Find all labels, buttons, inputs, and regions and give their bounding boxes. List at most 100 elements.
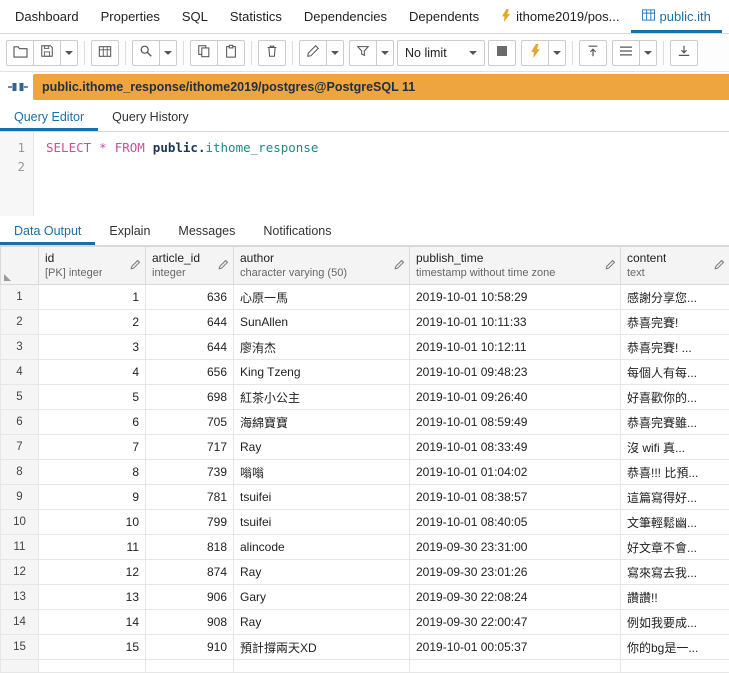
- cell-publish-time[interactable]: 2019-10-01 10:58:29: [409, 284, 621, 310]
- cell-content[interactable]: 恭喜完賽雖...: [620, 409, 729, 435]
- row-number[interactable]: 10: [0, 509, 39, 535]
- cell-article-id[interactable]: 705: [145, 409, 234, 435]
- execute-button[interactable]: [521, 39, 549, 66]
- save-data-changes-button[interactable]: [91, 39, 119, 66]
- cell-publish-time[interactable]: 2019-09-30 22:08:24: [409, 584, 621, 610]
- tab-notifications[interactable]: Notifications: [249, 216, 345, 245]
- row-number[interactable]: 8: [0, 459, 39, 485]
- cell-publish-time[interactable]: 2019-10-01 01:04:02: [409, 459, 621, 485]
- row-number[interactable]: 15: [0, 634, 39, 660]
- cell-author[interactable]: Ray: [233, 609, 410, 635]
- cell-id[interactable]: 10: [38, 509, 146, 535]
- cell-content[interactable]: 寫來寫去我...: [620, 559, 729, 585]
- cell-content[interactable]: 這篇寫得好...: [620, 484, 729, 510]
- cell-article-id[interactable]: 874: [145, 559, 234, 585]
- sql-editor[interactable]: 1 2 SELECT * FROM public.ithome_response: [0, 132, 729, 216]
- cell-publish-time[interactable]: 2019-10-01 08:38:57: [409, 484, 621, 510]
- cell-id[interactable]: 5: [38, 384, 146, 410]
- row-number[interactable]: 2: [0, 309, 39, 335]
- macros-button[interactable]: [612, 39, 640, 66]
- find-button[interactable]: [132, 39, 160, 66]
- save-button[interactable]: [33, 39, 61, 66]
- cell-content[interactable]: 恭喜!!! 比預...: [620, 459, 729, 485]
- cell-id[interactable]: 1: [38, 284, 146, 310]
- tab-explain[interactable]: Explain: [95, 216, 164, 245]
- cell-author[interactable]: 嗡嗡: [233, 459, 410, 485]
- edit-button[interactable]: [299, 39, 327, 66]
- cell-id[interactable]: 12: [38, 559, 146, 585]
- sql-code-area[interactable]: SELECT * FROM public.ithome_response: [34, 132, 318, 216]
- row-number[interactable]: 3: [0, 334, 39, 360]
- row-number[interactable]: 9: [0, 484, 39, 510]
- cell-content[interactable]: 沒 wifi 真...: [620, 434, 729, 460]
- cell-id[interactable]: 8: [38, 459, 146, 485]
- edit-column-icon[interactable]: [394, 259, 405, 273]
- cell-article-id[interactable]: 636: [145, 284, 234, 310]
- cell-content[interactable]: 感謝分享您...: [620, 284, 729, 310]
- open-file-button[interactable]: [6, 39, 34, 66]
- select-all-corner[interactable]: [0, 246, 39, 285]
- cell-content[interactable]: 你的bg是一...: [620, 634, 729, 660]
- filter-dropdown-button[interactable]: [376, 39, 394, 66]
- tab-statistics[interactable]: Statistics: [219, 0, 293, 33]
- cell-id[interactable]: 9: [38, 484, 146, 510]
- edit-column-icon[interactable]: [605, 259, 616, 273]
- column-header-author[interactable]: author character varying (50): [233, 246, 410, 285]
- cancel-query-button[interactable]: [488, 39, 516, 66]
- edit-column-icon[interactable]: [130, 259, 141, 273]
- row-number[interactable]: 13: [0, 584, 39, 610]
- tab-query-history[interactable]: Query History: [98, 102, 202, 131]
- cell-author[interactable]: King Tzeng: [233, 359, 410, 385]
- cell-author[interactable]: alincode: [233, 534, 410, 560]
- cell-content[interactable]: 例如我要成...: [620, 609, 729, 635]
- cell-content[interactable]: 每個人有每...: [620, 359, 729, 385]
- cell-author[interactable]: 海綿寶寶: [233, 409, 410, 435]
- tab-dependents[interactable]: Dependents: [398, 0, 490, 33]
- column-header-id[interactable]: id [PK] integer: [38, 246, 146, 285]
- cell-publish-time[interactable]: 2019-09-30 22:00:47: [409, 609, 621, 635]
- cell-id[interactable]: 13: [38, 584, 146, 610]
- cell-id[interactable]: 6: [38, 409, 146, 435]
- cell-content[interactable]: 好喜歡你的...: [620, 384, 729, 410]
- copy-button[interactable]: [190, 39, 218, 66]
- cell-author[interactable]: 紅茶小公主: [233, 384, 410, 410]
- download-button[interactable]: [670, 39, 698, 66]
- cell-content[interactable]: 文筆輕鬆幽...: [620, 509, 729, 535]
- cell-article-id[interactable]: 906: [145, 584, 234, 610]
- cell-author[interactable]: tsuifei: [233, 509, 410, 535]
- tab-dependencies[interactable]: Dependencies: [293, 0, 398, 33]
- cell-author[interactable]: tsuifei: [233, 484, 410, 510]
- tab-view-data[interactable]: public.ith: [631, 0, 722, 33]
- limit-select[interactable]: No limit: [397, 39, 485, 66]
- column-header-content[interactable]: content text: [620, 246, 729, 285]
- cell-article-id[interactable]: 698: [145, 384, 234, 410]
- cell-author[interactable]: Ray: [233, 434, 410, 460]
- cell-publish-time[interactable]: 2019-10-01 08:40:05: [409, 509, 621, 535]
- cell-author[interactable]: Ray: [233, 559, 410, 585]
- edit-column-icon[interactable]: [714, 259, 725, 273]
- cell-publish-time[interactable]: 2019-10-01 10:11:33: [409, 309, 621, 335]
- cell-author[interactable]: Gary: [233, 584, 410, 610]
- filter-button[interactable]: [349, 39, 377, 66]
- cell-article-id[interactable]: 908: [145, 609, 234, 635]
- tab-properties[interactable]: Properties: [90, 0, 171, 33]
- cell-article-id[interactable]: 799: [145, 509, 234, 535]
- tab-dashboard[interactable]: Dashboard: [4, 0, 90, 33]
- cell-article-id[interactable]: 818: [145, 534, 234, 560]
- cell-publish-time[interactable]: 2019-10-01 00:05:37: [409, 634, 621, 660]
- cell-publish-time[interactable]: 2019-09-30 23:31:00: [409, 534, 621, 560]
- edit-column-icon[interactable]: [218, 259, 229, 273]
- row-number[interactable]: 5: [0, 384, 39, 410]
- find-dropdown-button[interactable]: [159, 39, 177, 66]
- cell-publish-time[interactable]: 2019-10-01 09:26:40: [409, 384, 621, 410]
- cell-article-id[interactable]: 910: [145, 634, 234, 660]
- tab-messages[interactable]: Messages: [164, 216, 249, 245]
- tab-sql[interactable]: SQL: [171, 0, 219, 33]
- column-header-article_id[interactable]: article_id integer: [145, 246, 234, 285]
- cell-id[interactable]: 7: [38, 434, 146, 460]
- paste-button[interactable]: [217, 39, 245, 66]
- cell-author[interactable]: 心原一馬: [233, 284, 410, 310]
- cell-author[interactable]: SunAllen: [233, 309, 410, 335]
- row-number[interactable]: 11: [0, 534, 39, 560]
- execute-dropdown-button[interactable]: [548, 39, 566, 66]
